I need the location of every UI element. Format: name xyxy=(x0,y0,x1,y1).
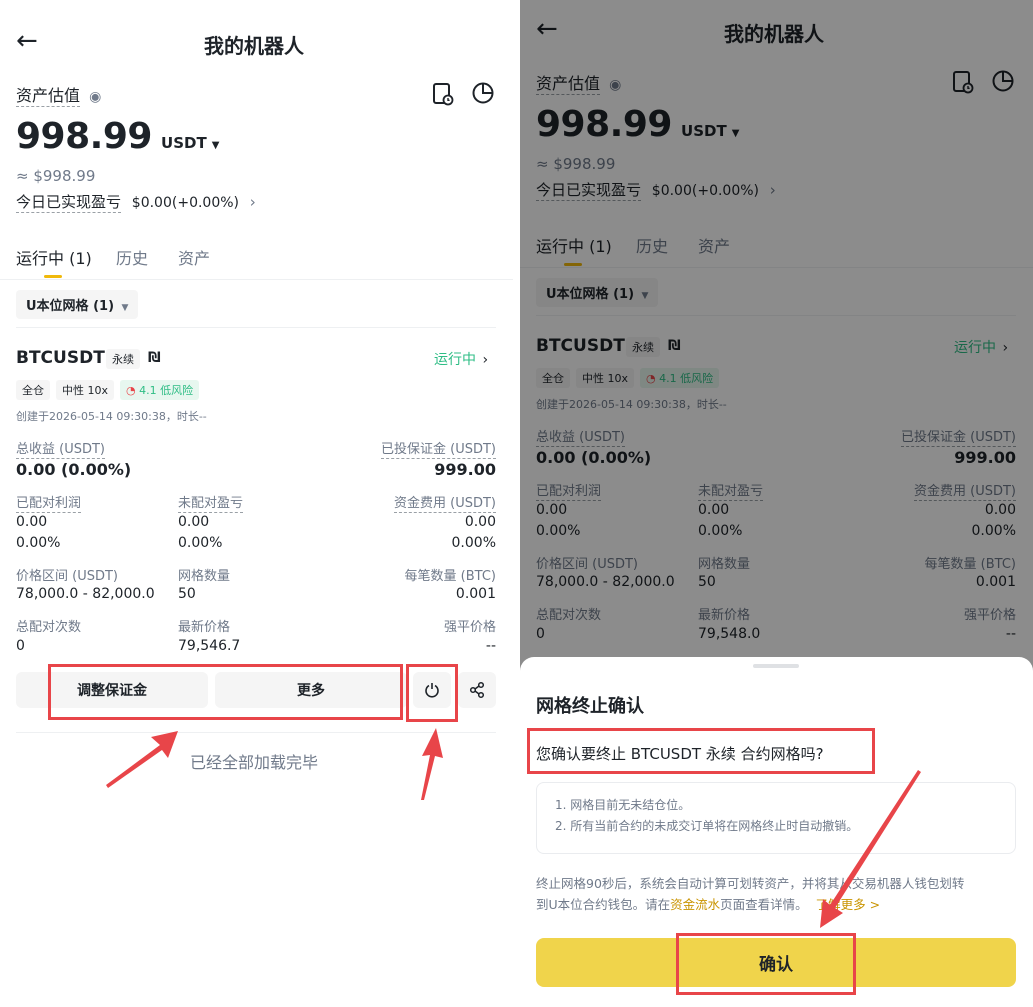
right-screen: ← 我的机器人 资产估值 ◉ 998.99 USDT ▼ ≈ $998.99 今… xyxy=(520,0,1033,1007)
left-screen: ← 我的机器人 资产估值 ◉ 998.99 USDT ▼ ≈ $998.99 今… xyxy=(0,0,513,1007)
annotation-arrows xyxy=(106,728,443,800)
annotation-arrows xyxy=(820,770,921,928)
